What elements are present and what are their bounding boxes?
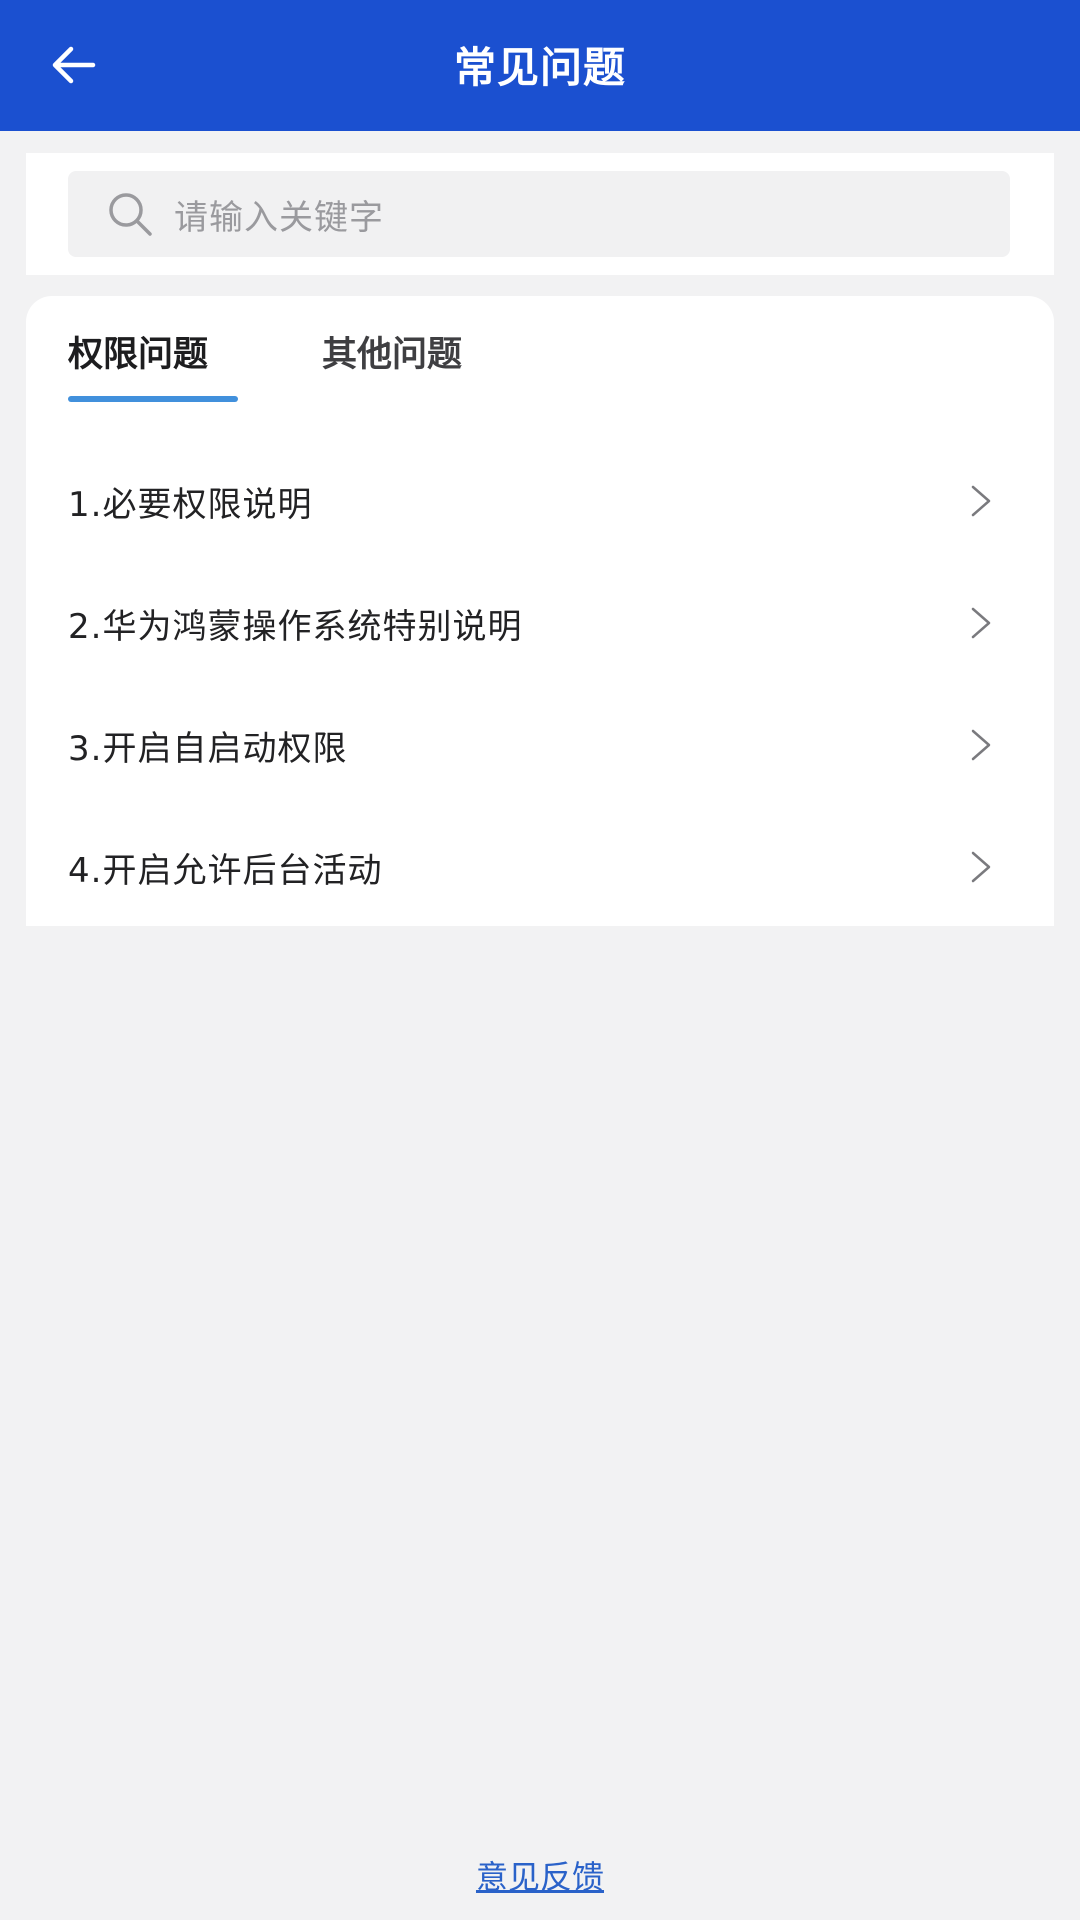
page-title: 常见问题 bbox=[453, 43, 626, 92]
tab-permission-questions[interactable]: 权限问题 bbox=[68, 296, 238, 402]
tab-bar: 权限问题 其他问题 bbox=[68, 296, 462, 402]
chevron-right-icon bbox=[966, 603, 996, 643]
search-panel: 请输入关键字 bbox=[26, 153, 1054, 275]
faq-page: 常见问题 请输入关键字 权限问题 其他问题 1.必要权限说明 2.华为鸿蒙操作系… bbox=[0, 0, 1080, 1920]
item-label: 1.必要权限说明 bbox=[68, 484, 313, 525]
faq-list: 1.必要权限说明 2.华为鸿蒙操作系统特别说明 3.开启自启动权限 4.开启允许… bbox=[26, 440, 1054, 928]
list-item[interactable]: 2.华为鸿蒙操作系统特别说明 bbox=[26, 562, 1054, 684]
faq-card: 权限问题 其他问题 1.必要权限说明 2.华为鸿蒙操作系统特别说明 3.开启自启… bbox=[26, 296, 1054, 926]
tab-label: 权限问题 bbox=[68, 334, 209, 375]
chevron-right-icon bbox=[966, 725, 996, 765]
search-input[interactable]: 请输入关键字 bbox=[68, 171, 1010, 257]
chevron-right-icon bbox=[966, 481, 996, 521]
tab-label: 其他问题 bbox=[322, 334, 463, 375]
app-header: 常见问题 bbox=[0, 0, 1080, 131]
list-item[interactable]: 1.必要权限说明 bbox=[26, 440, 1054, 562]
feedback-link[interactable]: 意见反馈 bbox=[476, 1858, 604, 1896]
chevron-right-icon bbox=[966, 847, 996, 887]
item-label: 4.开启允许后台活动 bbox=[68, 850, 383, 891]
active-tab-indicator bbox=[68, 396, 238, 402]
item-label: 3.开启自启动权限 bbox=[68, 728, 348, 769]
search-icon bbox=[104, 188, 156, 240]
search-placeholder: 请输入关键字 bbox=[174, 197, 384, 238]
list-item[interactable]: 3.开启自启动权限 bbox=[26, 684, 1054, 806]
list-item[interactable]: 4.开启允许后台活动 bbox=[26, 806, 1054, 928]
feedback-link-container: 意见反馈 bbox=[0, 1852, 1080, 1898]
item-label: 2.华为鸿蒙操作系统特别说明 bbox=[68, 606, 523, 647]
tab-other-questions[interactable]: 其他问题 bbox=[322, 296, 462, 400]
